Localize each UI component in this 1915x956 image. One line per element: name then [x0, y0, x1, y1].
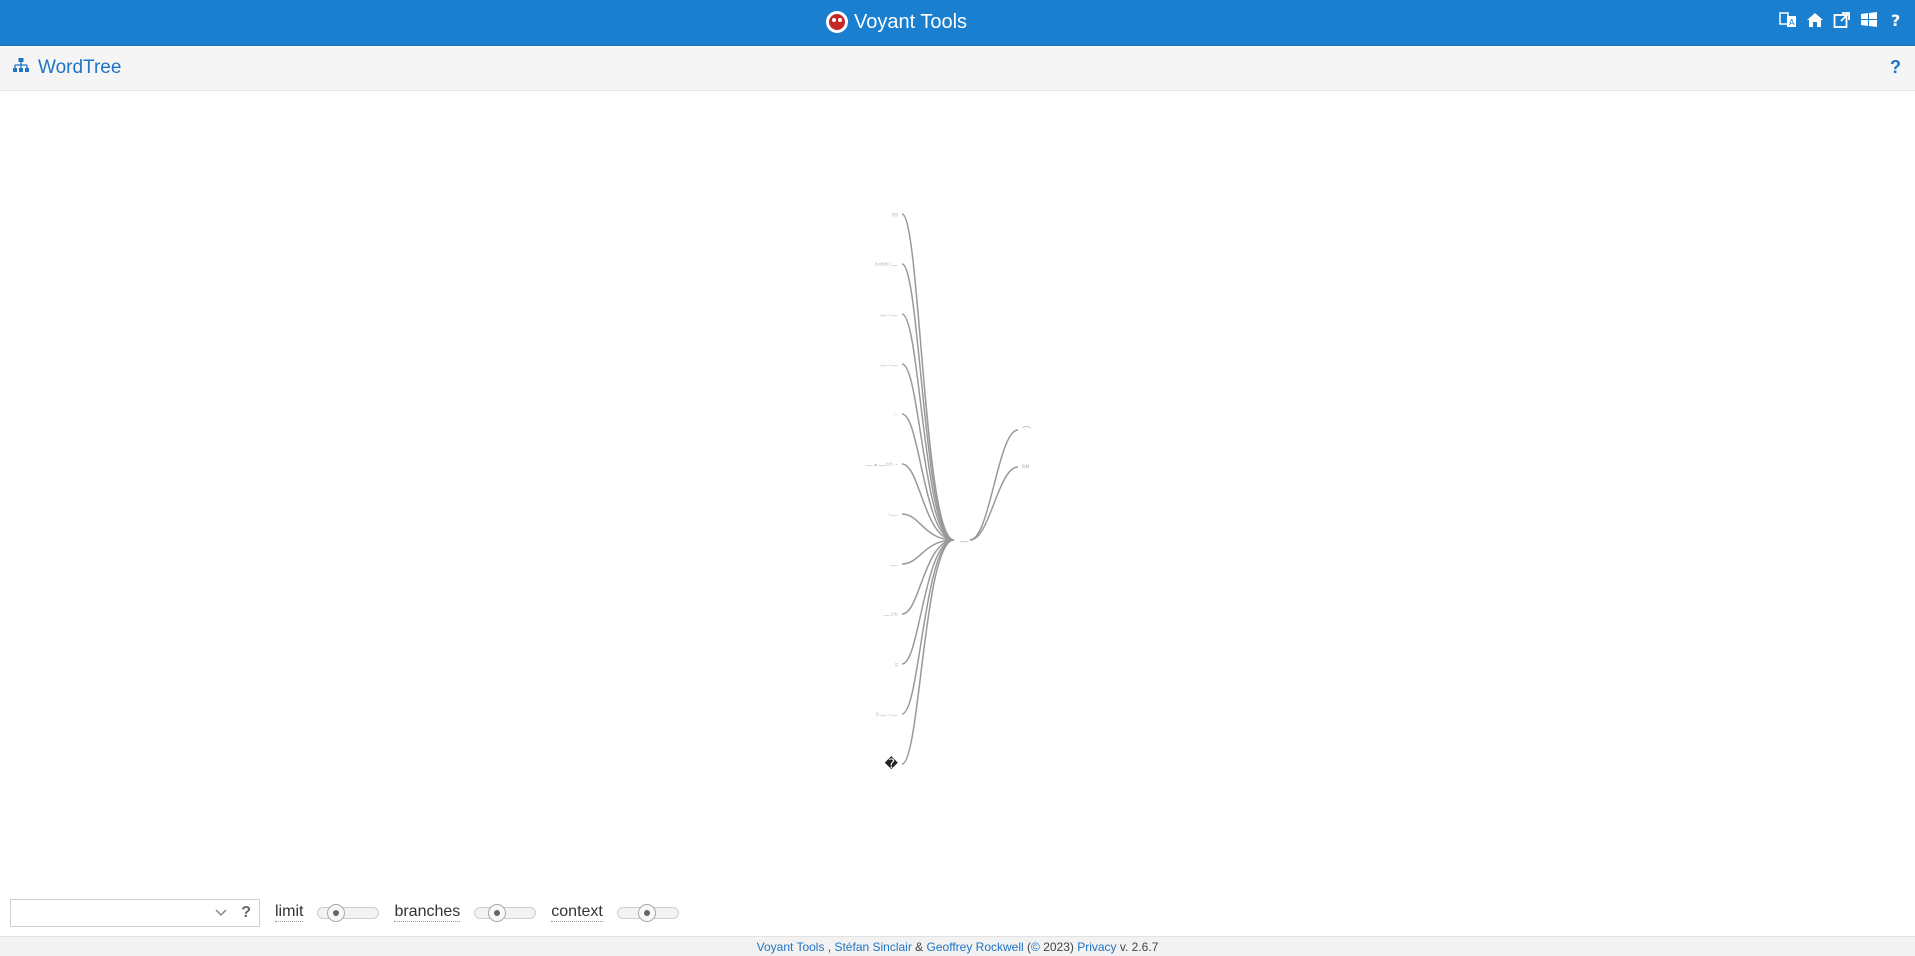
- wordtree-graph[interactable]: ᵍᵍ ᵇᵈᵇᵇˡ— —·— —·— ◦ —•—ᵇᵇ·ˑ ᵎ— — —ᵇᵇ ᵍ ᵇ—ˑ— � — ⌒ ᵇᵇ: [0, 92, 1915, 889]
- tree-branch-left: [901, 263, 955, 541]
- footer: Voyant Tools , Stéfan Sinclair & Geoffre…: [0, 936, 1915, 956]
- sinclair-link[interactable]: Stéfan Sinclair: [834, 940, 911, 954]
- panel-title: WordTree: [12, 57, 121, 79]
- tree-leaf-left[interactable]: ᵇᵈᵇᵇˡ—: [875, 261, 898, 270]
- rockwell-link[interactable]: Geoffrey Rockwell: [927, 940, 1024, 954]
- copyright-year: 2023): [1039, 939, 1078, 954]
- privacy-link[interactable]: Privacy: [1077, 940, 1116, 954]
- tree-leaf-left[interactable]: —ᵇᵇ: [883, 611, 898, 620]
- limit-slider[interactable]: [317, 903, 380, 922]
- tree-leaf-left[interactable]: —·—: [879, 361, 898, 370]
- copyright-open: (: [1023, 939, 1032, 954]
- branches-label: branches: [394, 903, 461, 922]
- svg-text:?: ?: [1891, 11, 1900, 29]
- context-slider[interactable]: [616, 903, 679, 922]
- panel-help-button[interactable]: ?: [1890, 57, 1901, 78]
- help-icon[interactable]: ?: [1887, 11, 1905, 29]
- footer-ampersand: &: [911, 939, 927, 954]
- limit-slider-thumb[interactable]: [327, 903, 346, 922]
- tree-leaf-left[interactable]: —•—ᵇᵇ·ˑ: [865, 461, 898, 470]
- translate-icon[interactable]: A: [1779, 11, 1797, 29]
- tree-leaf-left[interactable]: —·—: [879, 311, 898, 320]
- external-link-icon[interactable]: [1833, 11, 1851, 29]
- context-label: context: [551, 903, 603, 922]
- voyant-tools-link[interactable]: Voyant Tools: [757, 940, 825, 954]
- tree-leaf-right[interactable]: ᵇᵇ: [1022, 464, 1030, 474]
- tree-leaf-right[interactable]: ⌒: [1022, 426, 1031, 437]
- context-slider-thumb[interactable]: [637, 903, 656, 922]
- limit-label: limit: [275, 903, 304, 922]
- top-toolbar: A ?: [1779, 11, 1905, 29]
- search-combo[interactable]: ?: [10, 898, 260, 927]
- voyant-logo-icon: [826, 11, 848, 33]
- version-text: v. 2.6.7: [1116, 939, 1159, 954]
- search-help-icon[interactable]: ?: [241, 904, 251, 922]
- bottom-toolbar: ? limit branches context: [0, 889, 1915, 936]
- tree-leaf-left[interactable]: ᵍᵍ: [892, 211, 898, 220]
- footer-separator: ,: [824, 939, 835, 954]
- tree-branch-right: [969, 429, 1019, 541]
- tree-leaf-left[interactable]: ᵎ—: [889, 511, 898, 520]
- home-icon[interactable]: [1806, 11, 1824, 29]
- windows-icon[interactable]: [1860, 11, 1878, 29]
- tree-branch-left: [901, 539, 955, 765]
- branches-slider-thumb[interactable]: [488, 903, 507, 922]
- tree-leaf-left[interactable]: ᵍ: [895, 661, 898, 670]
- app-title[interactable]: Voyant Tools: [826, 9, 967, 35]
- branches-slider[interactable]: [474, 903, 537, 922]
- tree-root[interactable]: —: [960, 537, 969, 547]
- tree-leaf-left[interactable]: �: [885, 755, 899, 772]
- panel-header: WordTree ?: [0, 47, 1915, 91]
- copyright-link[interactable]: ©: [1031, 940, 1040, 954]
- top-bar: Voyant Tools A ?: [0, 0, 1915, 46]
- svg-text:A: A: [1789, 18, 1795, 27]
- tree-leaf-left[interactable]: ᵇ—ˑ—: [876, 711, 898, 720]
- tree-branch-right: [969, 466, 1019, 541]
- chevron-down-icon[interactable]: [215, 905, 227, 924]
- tree-leaf-left[interactable]: —: [890, 561, 898, 570]
- panel-title-text: WordTree: [38, 57, 122, 78]
- sitemap-icon: [12, 57, 30, 79]
- search-input[interactable]: [11, 899, 211, 926]
- app-title-text: Voyant Tools: [854, 10, 968, 33]
- tree-leaf-left[interactable]: ◦: [893, 411, 898, 420]
- wordtree-canvas[interactable]: ᵍᵍ ᵇᵈᵇᵇˡ— —·— —·— ◦ —•—ᵇᵇ·ˑ ᵎ— — —ᵇᵇ ᵍ ᵇ—ˑ— � — ⌒ ᵇᵇ: [0, 92, 1915, 889]
